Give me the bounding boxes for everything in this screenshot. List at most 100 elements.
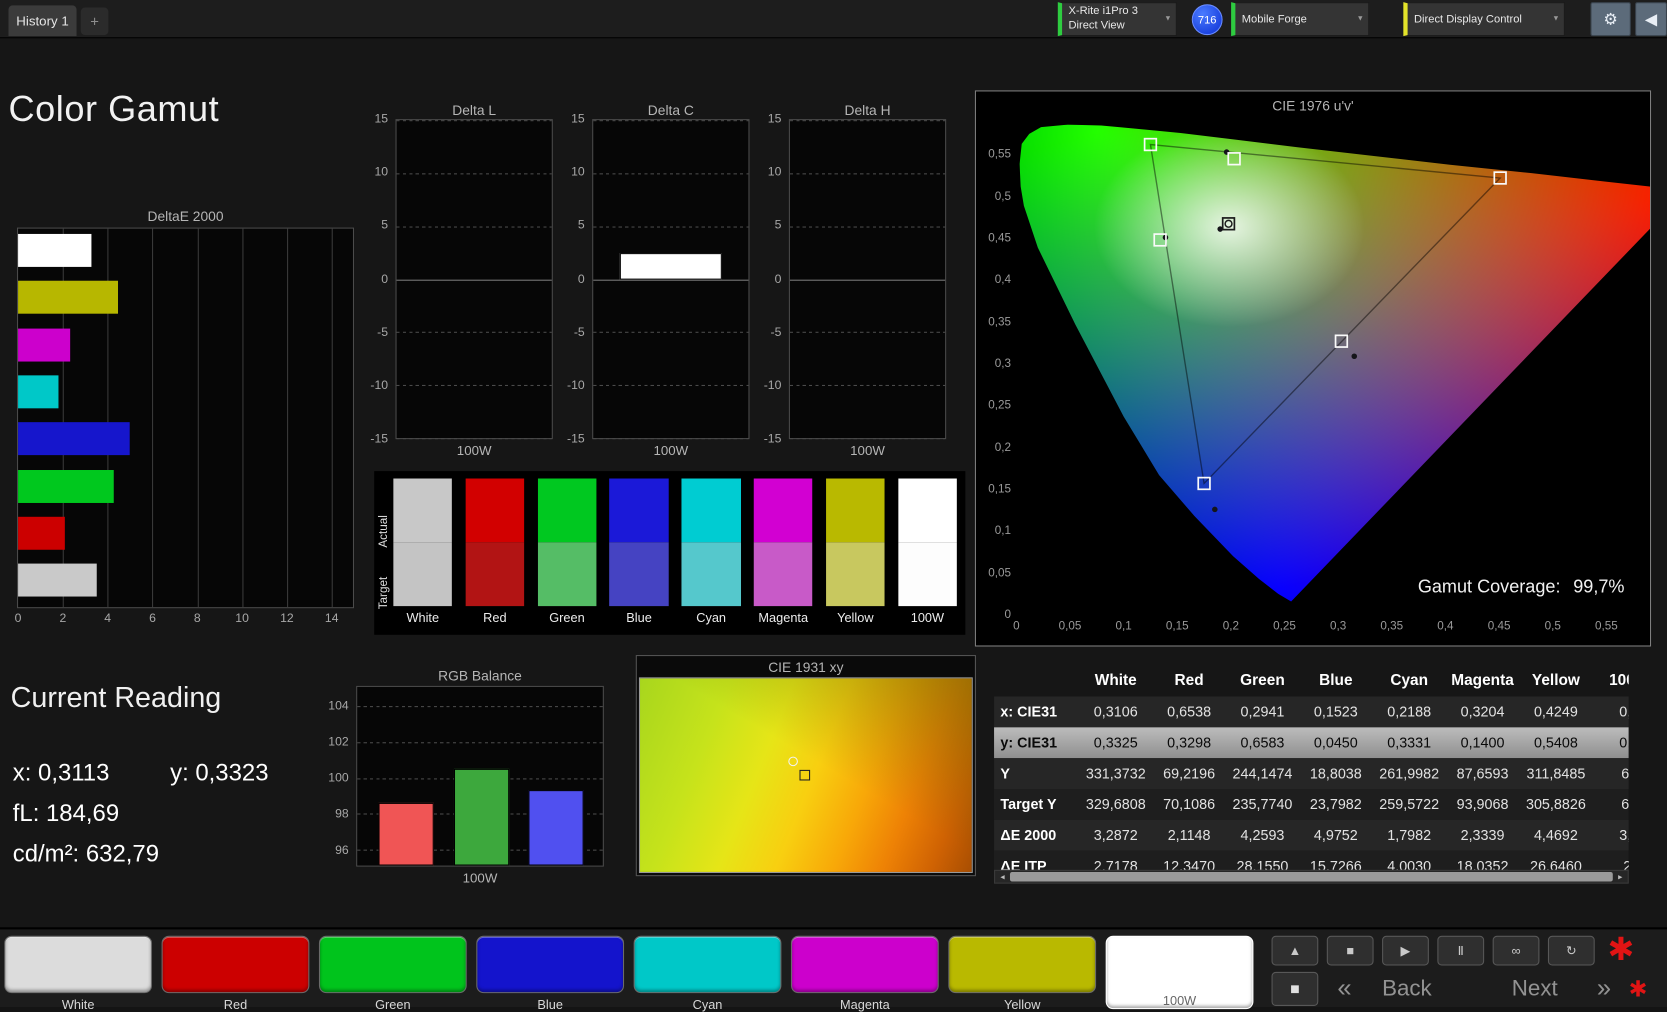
reading-y: y: 0,3323 (170, 759, 268, 787)
rgb-yaxis: 1041021009896 (318, 686, 352, 867)
x-tick-label: 2 (59, 612, 66, 625)
source-dropdown[interactable]: Mobile Forge ▼ (1231, 2, 1369, 36)
cell-value: 331,3732 (1079, 758, 1152, 789)
x-tick-label: 0,2 (1223, 620, 1239, 633)
reading-fl: fL: 184,69 (13, 800, 119, 828)
stop-measure-button[interactable]: ■ (1272, 972, 1319, 1006)
next-arrow[interactable]: » (1597, 972, 1611, 1006)
pause-button[interactable]: Ⅱ (1437, 936, 1484, 966)
patch-button-blue[interactable]: Blue (476, 936, 624, 1012)
x-tick-label: 0,4 (1437, 620, 1453, 633)
loop-button[interactable]: ∞ (1493, 936, 1540, 966)
patch-swatch-magenta (754, 479, 813, 607)
settings-button[interactable]: ⚙ (1590, 2, 1630, 36)
table-row[interactable]: Y331,373269,2196244,147418,8038261,99828… (994, 758, 1629, 789)
delta-h-title: Delta H (789, 102, 946, 118)
cell-value: 63 (1593, 758, 1629, 789)
cell-value: 0,2188 (1373, 697, 1446, 728)
patch-button-yellow[interactable]: Yellow (948, 936, 1096, 1012)
table-row[interactable]: ΔE 20003,28722,11484,25934,97521,79822,3… (994, 820, 1629, 851)
cell-value: 0,4249 (1519, 697, 1592, 728)
gridline (593, 385, 748, 386)
add-tab-button[interactable]: + (81, 7, 109, 35)
y-tick-label: 100 (315, 771, 349, 786)
patch-button-white[interactable]: White (4, 936, 152, 1012)
y-tick-label: -15 (747, 432, 781, 447)
patch-button-cyan[interactable]: Cyan (634, 936, 782, 1012)
x-tick-label: 4 (104, 612, 111, 625)
x-tick-label: 0 (1013, 620, 1020, 633)
cell-value: 0,0450 (1299, 727, 1372, 758)
hscroll-thumb[interactable] (1010, 872, 1613, 882)
y-tick-label: 10 (354, 165, 388, 180)
patch-count: 716 (1198, 13, 1217, 26)
cell-value: 87,6593 (1446, 758, 1519, 789)
y-tick-label: 0,15 (976, 483, 1011, 496)
gamut-coverage-value: 99,7% (1573, 576, 1624, 596)
cell-value: 4,4692 (1519, 820, 1592, 851)
y-tick-label: 0 (747, 272, 781, 287)
history-tab[interactable]: History 1 (9, 5, 77, 36)
cell-value: 0,2941 (1226, 697, 1299, 728)
cell-value: 28,1550 (1226, 851, 1299, 870)
play-icon: ▶ (1401, 943, 1411, 958)
meter-dropdown[interactable]: X-Rite i1Pro 3 Direct View ▼ (1058, 2, 1177, 36)
delta_c-bar (620, 253, 722, 279)
scroll-right-icon[interactable]: ▸ (1613, 872, 1628, 882)
patch-swatch-yellow (826, 479, 885, 607)
gridline (790, 173, 945, 174)
cell-value: 0,6583 (1226, 727, 1299, 758)
cie1976-horseshoe (1016, 114, 1651, 616)
patch-button-magenta[interactable]: Magenta (791, 936, 939, 1012)
y-tick-label: 0,35 (976, 315, 1011, 328)
refresh-button[interactable]: ↻ (1548, 936, 1595, 966)
actual-swatch (826, 479, 885, 543)
back-button[interactable]: Back (1382, 972, 1432, 1006)
table-row[interactable]: x: CIE310,31060,65380,29410,15230,21880,… (994, 697, 1629, 728)
patch-label: Red (465, 610, 524, 625)
deltae-xticks: 02468101214 (18, 612, 353, 627)
cell-value: 3,2872 (1079, 820, 1152, 851)
display-control-dropdown[interactable]: Direct Display Control ▼ (1403, 2, 1565, 36)
cell-value: 18,0352 (1446, 851, 1519, 870)
y-tick-label: -5 (354, 325, 388, 340)
table-hscrollbar[interactable]: ◂ ▸ (994, 870, 1629, 884)
x-tick-label: 0,05 (1059, 620, 1082, 633)
target-swatch (754, 542, 813, 606)
patch-button-100w[interactable]: 100W (1106, 936, 1254, 1012)
next-button[interactable]: Next (1512, 972, 1558, 1006)
table-row[interactable]: y: CIE310,33250,32980,65830,04500,33310,… (994, 727, 1629, 758)
delta_h-plot (789, 119, 946, 439)
patch-count-badge[interactable]: 716 (1192, 4, 1223, 35)
page-title: Color Gamut (9, 89, 220, 130)
table-row[interactable]: ΔE ITP2,717812,347028,155015,72664,00301… (994, 851, 1629, 870)
gridline (790, 120, 945, 121)
scroll-left-icon[interactable]: ◂ (995, 872, 1010, 882)
table-row[interactable]: Target Y329,680870,1086235,774023,798225… (994, 789, 1629, 820)
cell-value: 244,1474 (1226, 758, 1299, 789)
gridline (790, 279, 945, 280)
collapse-button[interactable]: ▲ (1272, 936, 1319, 966)
target-swatch (538, 542, 597, 606)
stop-button[interactable]: ■ (1327, 936, 1374, 966)
plus-icon: + (90, 13, 99, 30)
patch-button-green[interactable]: Green (319, 936, 467, 1012)
cell-value: 0,3331 (1373, 727, 1446, 758)
patch-button-red[interactable]: Red (162, 936, 310, 1012)
y-tick-label: 0,5 (976, 190, 1011, 203)
gridline (332, 229, 333, 608)
target-swatch (465, 542, 524, 606)
x-tick-label: 6 (149, 612, 156, 625)
play-button[interactable]: ▶ (1382, 936, 1429, 966)
gridline (287, 229, 288, 608)
asterisk-icon[interactable]: ✱ (1607, 932, 1634, 969)
chevron-down-icon: ▼ (1552, 15, 1559, 22)
asterisk-icon-small[interactable]: ✱ (1629, 976, 1648, 1003)
patch-label: Blue (610, 610, 669, 625)
column-header: 100W (1593, 665, 1629, 697)
deltae-bar-blue (18, 422, 130, 455)
y-tick-label: 0 (551, 272, 585, 287)
gridline (593, 279, 748, 280)
back-arrow[interactable]: « (1337, 972, 1351, 1006)
collapse-panel-button[interactable]: ◀ (1635, 2, 1667, 36)
